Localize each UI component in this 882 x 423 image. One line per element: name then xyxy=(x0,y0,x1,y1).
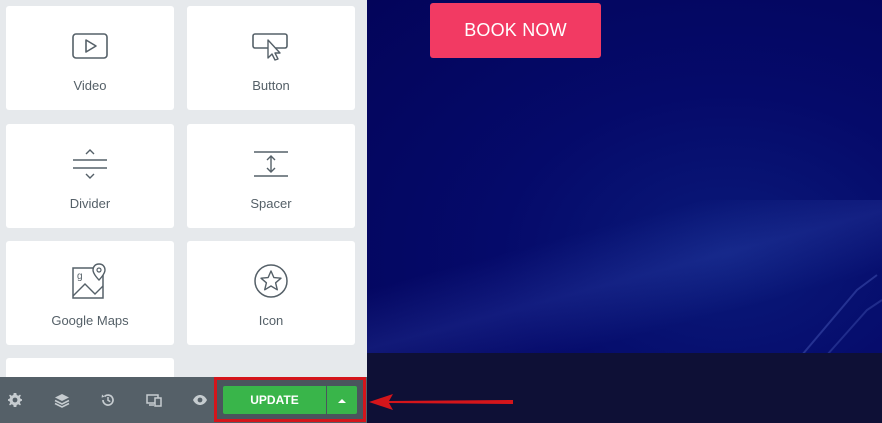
widget-google-maps[interactable]: g Google Maps xyxy=(6,241,174,345)
button-icon xyxy=(187,26,355,66)
widget-divider[interactable]: Divider xyxy=(6,124,174,228)
widgets-panel: Video Button Divider Spacer g Google Map… xyxy=(0,0,367,423)
widget-video[interactable]: Video xyxy=(6,6,174,110)
book-now-button[interactable]: BOOK NOW xyxy=(430,3,601,58)
caret-up-icon xyxy=(337,391,347,409)
responsive-icon[interactable] xyxy=(145,391,163,409)
google-maps-icon: g xyxy=(6,261,174,301)
decorative-lines xyxy=(801,274,882,356)
widget-icon[interactable]: Icon xyxy=(187,241,355,345)
layers-icon[interactable] xyxy=(53,391,71,409)
red-arrow-annotation xyxy=(367,392,517,421)
update-button[interactable]: UPDATE xyxy=(223,386,326,414)
save-options-button[interactable] xyxy=(327,386,357,414)
update-highlight-box: UPDATE xyxy=(214,377,366,422)
star-icon xyxy=(187,261,355,301)
widget-button[interactable]: Button xyxy=(187,6,355,110)
widget-spacer[interactable]: Spacer xyxy=(187,124,355,228)
video-icon xyxy=(6,26,174,66)
widget-label: Icon xyxy=(258,313,284,328)
svg-text:g: g xyxy=(77,271,83,282)
page-canvas: BOOK NOW xyxy=(367,0,882,423)
widget-label: Button xyxy=(252,78,290,93)
widget-label: Google Maps xyxy=(51,313,129,328)
history-icon[interactable] xyxy=(99,391,117,409)
divider-icon xyxy=(6,144,174,184)
widget-label: Video xyxy=(73,78,107,93)
widget-label: Divider xyxy=(69,196,111,211)
spacer-icon xyxy=(187,144,355,184)
settings-icon[interactable] xyxy=(6,391,24,409)
widget-label: Spacer xyxy=(250,196,292,211)
preview-icon[interactable] xyxy=(191,391,209,409)
